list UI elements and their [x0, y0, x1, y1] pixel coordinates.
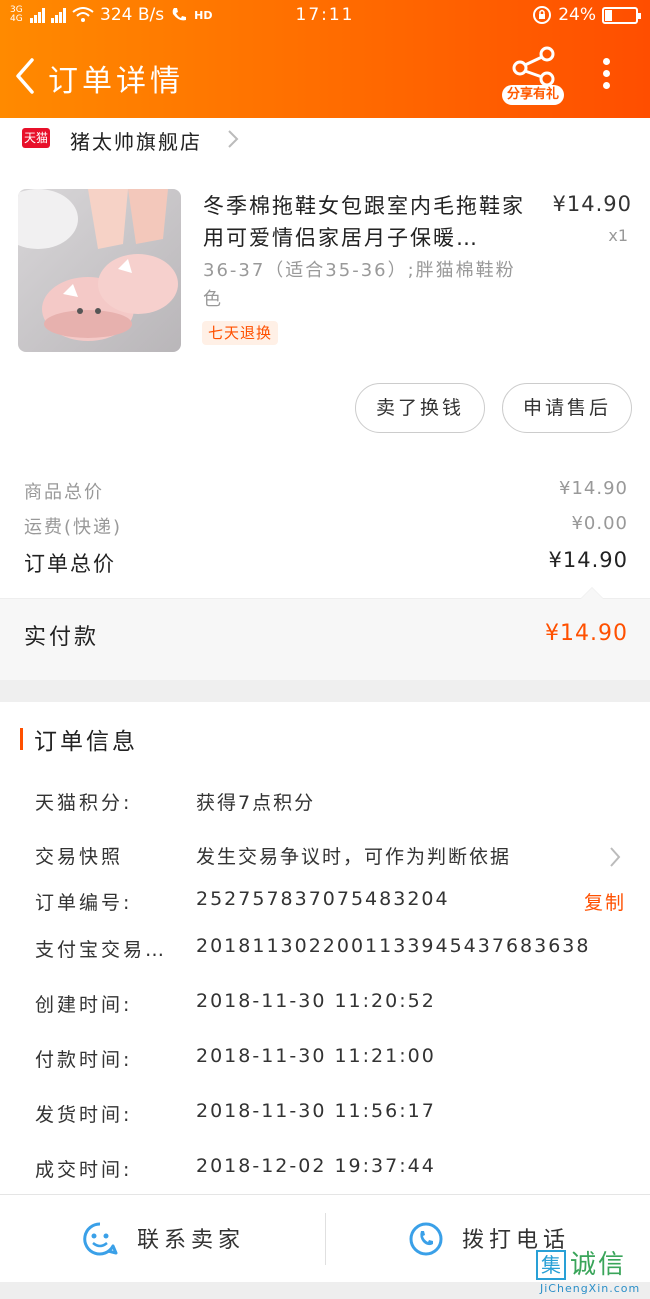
- slipper-picture: [18, 189, 181, 352]
- info-label: 成交时间:: [35, 1159, 133, 1181]
- info-row-shipped: 发货时间: 2018-11-30 11:56:17: [0, 1100, 650, 1130]
- order-total-value: ¥14.90: [548, 548, 628, 572]
- status-bar: 3G 4G 324 B/s HD 17:11 24%: [0, 0, 650, 34]
- paid-value: ¥14.90: [545, 621, 628, 646]
- contact-seller-label: 联系卖家: [137, 1228, 246, 1253]
- navbar: 订单详情 分享有礼: [0, 44, 650, 108]
- share-label: 分享有礼: [502, 85, 564, 105]
- info-value: 2018-11-30 11:20:52: [196, 990, 436, 1012]
- product-item[interactable]: 冬季棉拖鞋女包跟室内毛拖鞋家用可爱情侣家居月子保暖… ¥14.90 x1 36-…: [0, 176, 650, 366]
- info-value: 发生交易争议时，可作为判断依据: [196, 846, 512, 868]
- watermark-logo: 集 诚信 JiChengXin.com: [534, 1250, 646, 1298]
- info-row-created: 创建时间: 2018-11-30 11:20:52: [0, 990, 650, 1020]
- info-row-alipay: 支付宝交易… 2018113022001133945437683638: [0, 935, 650, 965]
- more-menu-button[interactable]: [596, 58, 616, 94]
- tmall-badge: 天猫: [22, 128, 50, 148]
- product-title[interactable]: 冬季棉拖鞋女包跟室内毛拖鞋家用可爱情侣家居月子保暖…: [203, 190, 533, 254]
- product-image[interactable]: [18, 189, 181, 352]
- battery-percent: 24%: [558, 5, 596, 25]
- info-row-paid: 付款时间: 2018-11-30 11:21:00: [0, 1045, 650, 1075]
- shipping-label: 运费(快递): [24, 517, 123, 538]
- info-value: 2018-11-30 11:21:00: [196, 1045, 436, 1067]
- section-divider: [0, 680, 650, 702]
- share-button[interactable]: 分享有礼: [500, 46, 566, 106]
- shop-name: 猪太帅旗舰店: [70, 130, 202, 154]
- watermark-box: 集: [536, 1250, 566, 1280]
- share-icon: [512, 46, 555, 86]
- copy-button[interactable]: 复制: [584, 888, 626, 915]
- info-row-snapshot[interactable]: 交易快照 发生交易争议时，可作为判断依据: [0, 842, 650, 872]
- contact-seller-button[interactable]: 联系卖家: [0, 1195, 325, 1283]
- watermark-text: 诚信: [570, 1250, 627, 1280]
- info-label: 支付宝交易…: [35, 939, 168, 961]
- order-info-title-text: 订单信息: [34, 729, 138, 755]
- info-label: 订单编号:: [35, 892, 133, 914]
- rotation-lock-icon: [533, 6, 552, 24]
- info-value: 2018-12-02 19:37:44: [196, 1155, 436, 1177]
- caret-up-icon: [580, 587, 604, 599]
- after-sale-button[interactable]: 申请售后: [502, 383, 632, 433]
- goods-total-value: ¥14.90: [559, 478, 628, 499]
- info-value: 2018113022001133945437683638: [196, 935, 591, 957]
- product-sku: 36-37（适合35-36）;胖猫棉鞋粉色: [203, 260, 516, 310]
- info-row-order-number: 订单编号: 252757837075483204 复制: [0, 888, 650, 918]
- paid-label: 实付款: [24, 625, 100, 650]
- info-value: 获得7点积分: [196, 792, 316, 814]
- product-quantity: x1: [608, 226, 628, 245]
- page-title: 订单详情: [48, 64, 184, 99]
- chevron-right-icon: [610, 847, 621, 867]
- header: 3G 4G 324 B/s HD 17:11 24% 订单详情 分享有礼: [0, 0, 650, 118]
- watermark-url: JiChengXin.com: [540, 1282, 641, 1295]
- info-label: 交易快照: [35, 846, 124, 868]
- info-label: 创建时间:: [35, 994, 133, 1016]
- info-label: 付款时间:: [35, 1049, 133, 1071]
- back-button[interactable]: [10, 54, 40, 98]
- shipping-value: ¥0.00: [571, 513, 628, 534]
- info-value: 2018-11-30 11:56:17: [196, 1100, 436, 1122]
- sell-button[interactable]: 卖了换钱: [355, 383, 485, 433]
- info-label: 发货时间:: [35, 1104, 133, 1126]
- shop-row[interactable]: 天猫 猪太帅旗舰店: [0, 118, 650, 160]
- info-label: 天猫积分:: [35, 792, 133, 814]
- product-price: ¥14.90: [552, 192, 632, 216]
- more-dot-icon: [602, 58, 610, 65]
- chat-face-icon: [83, 1222, 118, 1256]
- order-info-title: 订单信息: [20, 722, 138, 755]
- info-row-points: 天猫积分: 获得7点积分: [0, 788, 650, 818]
- battery-icon: [602, 6, 641, 24]
- chevron-right-icon: [228, 130, 239, 148]
- goods-total-label: 商品总价: [24, 482, 104, 503]
- back-arrow-icon: [16, 58, 34, 94]
- info-row-completed: 成交时间: 2018-12-02 19:37:44: [0, 1155, 650, 1185]
- phone-icon: [409, 1222, 443, 1256]
- accent-bar: [20, 728, 23, 750]
- order-total-label: 订单总价: [24, 552, 116, 576]
- paid-amount-row: 实付款 ¥14.90: [0, 587, 650, 680]
- info-value: 252757837075483204: [196, 888, 450, 910]
- return-policy-tag: 七天退换: [202, 321, 279, 345]
